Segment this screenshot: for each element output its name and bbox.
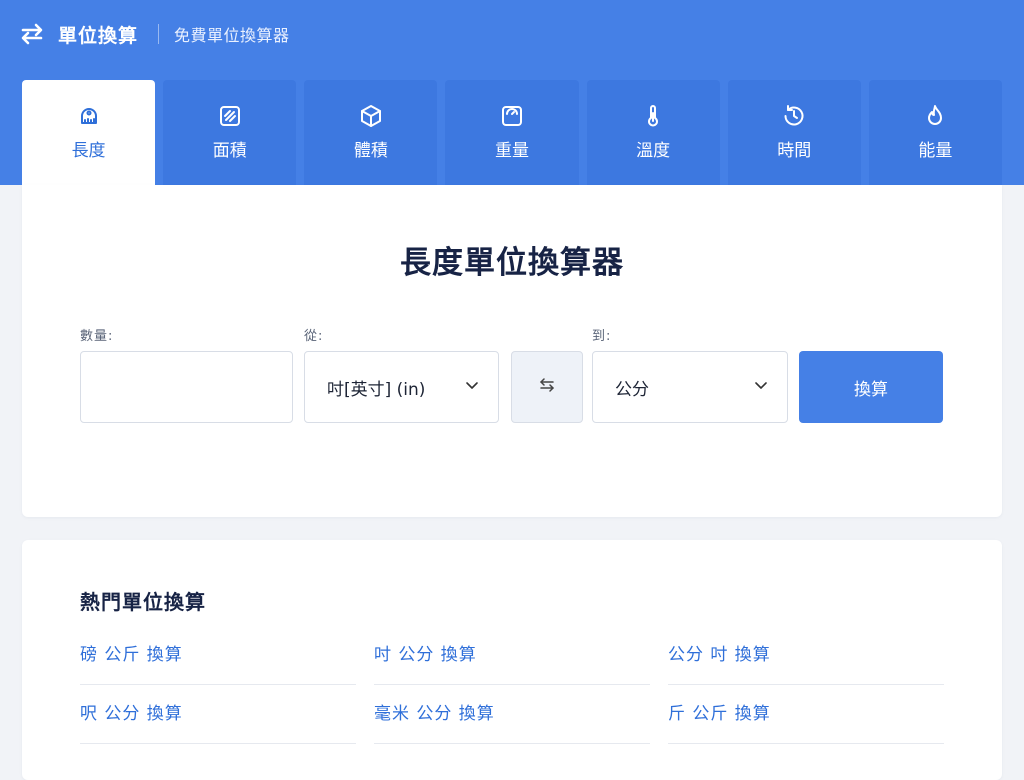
converter-card: 長度單位換算器 數量: 從: 吋[英寸] (in) 到: 公分 換算 <box>22 185 1002 517</box>
tab-area[interactable]: 面積 <box>163 80 297 185</box>
tab-length[interactable]: 長度 <box>22 80 156 185</box>
popular-link[interactable]: 斤 公斤 換算 <box>668 685 944 744</box>
convert-button[interactable]: 換算 <box>799 351 943 423</box>
quantity-input[interactable] <box>80 351 293 423</box>
popular-title: 熱門單位換算 <box>80 590 206 614</box>
from-unit-select[interactable]: 吋[英寸] (in) <box>304 351 499 423</box>
tab-label: 能量 <box>918 141 953 161</box>
chevron-down-icon <box>464 377 480 398</box>
tab-label: 面積 <box>212 141 247 161</box>
chevron-down-icon <box>753 377 769 398</box>
area-icon <box>218 104 242 128</box>
swap-units-button[interactable] <box>511 351 583 423</box>
header-divider <box>158 24 160 44</box>
app-header: 單位換算 免費單位換算器 <box>0 0 1024 68</box>
popular-link[interactable]: 吋 公分 換算 <box>374 626 650 685</box>
converter-title: 長度單位換算器 <box>400 245 624 281</box>
cube-icon <box>359 104 383 128</box>
app-title[interactable]: 單位換算 <box>58 21 138 48</box>
tab-label: 長度 <box>71 141 106 161</box>
from-label: 從: <box>304 329 324 344</box>
tab-label: 溫度 <box>636 141 671 161</box>
tab-energy[interactable]: 能量 <box>868 80 1002 185</box>
popular-conversions-card: 熱門單位換算 磅 公斤 換算 吋 公分 換算 公分 吋 換算 呎 公分 換算 毫… <box>22 540 1002 780</box>
popular-link[interactable]: 呎 公分 換算 <box>80 685 356 744</box>
tab-time[interactable]: 時間 <box>727 80 861 185</box>
app-subtitle: 免費單位換算器 <box>174 26 290 45</box>
tab-volume[interactable]: 體積 <box>304 80 438 185</box>
tab-weight[interactable]: 重量 <box>445 80 579 185</box>
quantity-label: 數量: <box>80 329 114 344</box>
ruler-icon <box>77 104 101 128</box>
to-label: 到: <box>592 329 612 344</box>
thermometer-icon <box>641 104 665 128</box>
popular-link[interactable]: 毫米 公分 換算 <box>374 685 650 744</box>
tab-label: 時間 <box>777 141 812 161</box>
popular-link[interactable]: 公分 吋 換算 <box>668 626 944 685</box>
swap-arrows-icon[interactable] <box>20 22 44 46</box>
unit-category-tabs: 長度 面積 體積 重量 溫度 時間 能量 <box>22 80 1002 185</box>
swap-arrows-icon <box>538 376 556 398</box>
to-unit-select[interactable]: 公分 <box>592 351 788 423</box>
tab-label: 體積 <box>353 141 388 161</box>
popular-links-grid: 磅 公斤 換算 吋 公分 換算 公分 吋 換算 呎 公分 換算 毫米 公分 換算… <box>80 626 944 744</box>
from-unit-value: 吋[英寸] (in) <box>327 379 426 400</box>
tab-temperature[interactable]: 溫度 <box>586 80 720 185</box>
scale-icon <box>500 104 524 128</box>
to-unit-value: 公分 <box>615 379 649 400</box>
tab-label: 重量 <box>494 141 529 161</box>
fire-icon <box>923 104 947 128</box>
clock-history-icon <box>782 104 806 128</box>
popular-link[interactable]: 磅 公斤 換算 <box>80 626 356 685</box>
